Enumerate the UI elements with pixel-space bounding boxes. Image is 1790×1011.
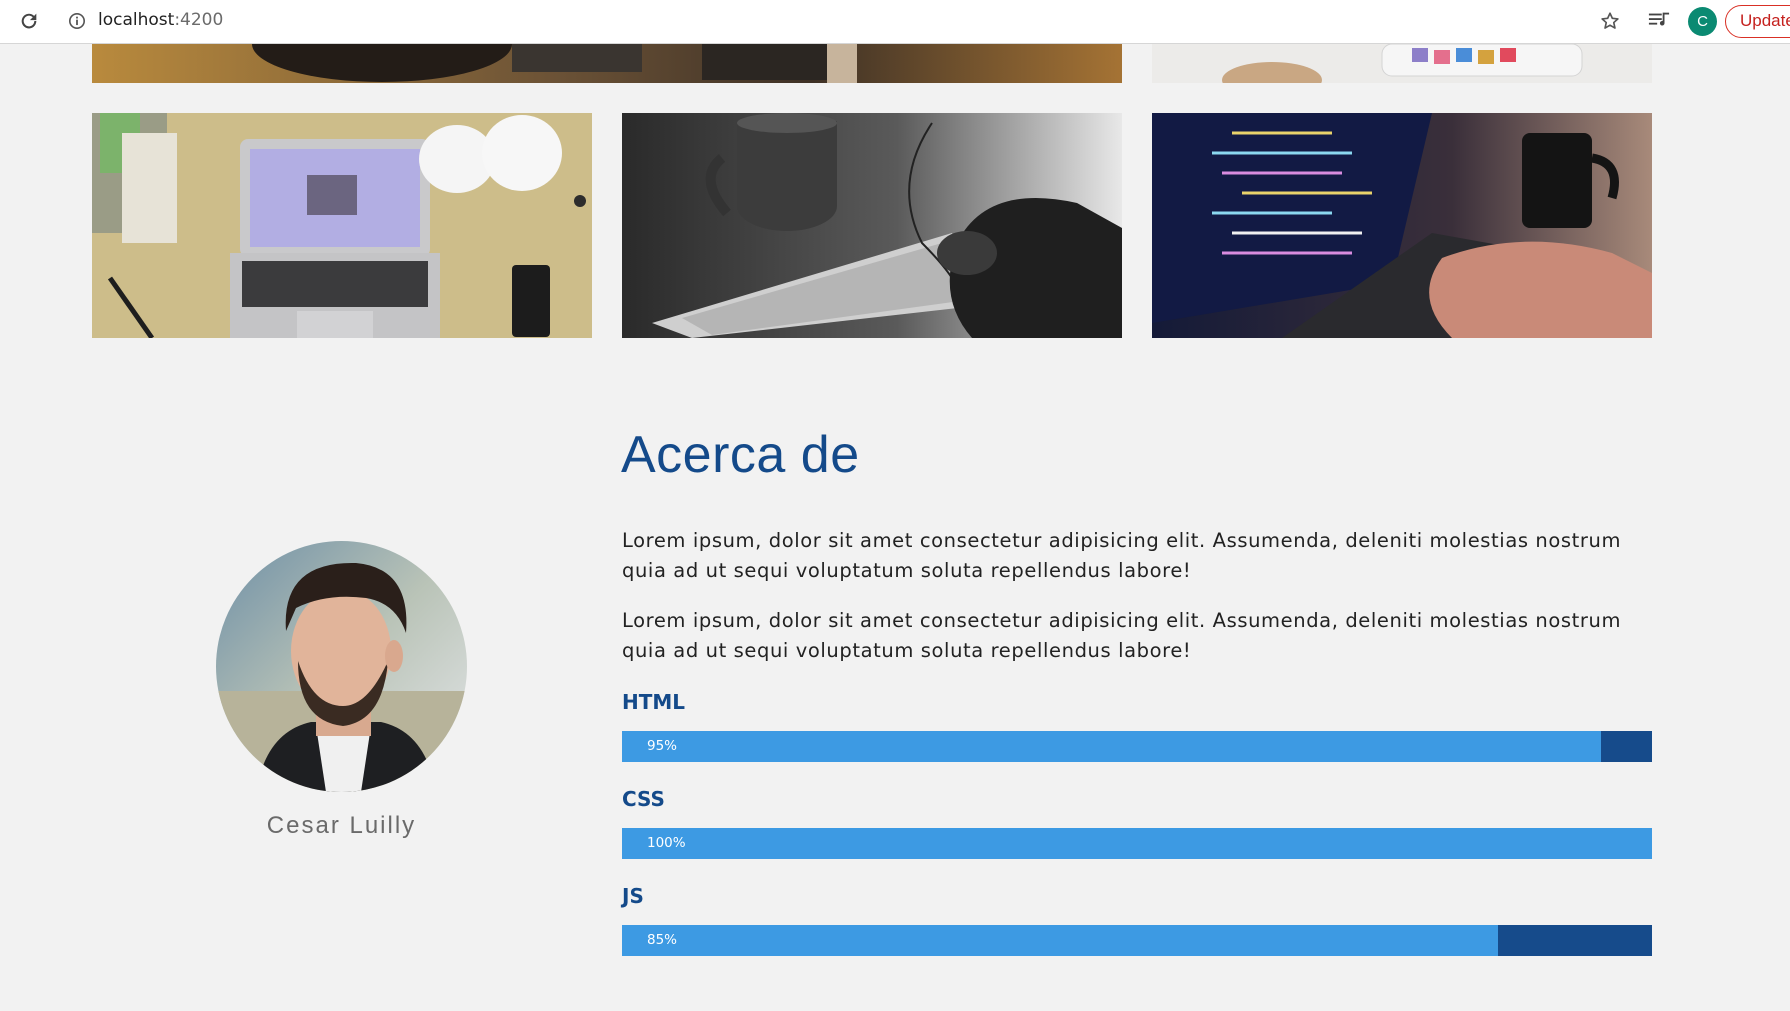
skill-bar-fill bbox=[622, 731, 1601, 762]
about-paragraph: Lorem ipsum, dolor sit amet consectetur … bbox=[622, 529, 1622, 582]
reload-icon[interactable] bbox=[18, 10, 40, 32]
gallery-image-keyboard-mouse bbox=[622, 113, 1122, 338]
about-paragraph: Lorem ipsum, dolor sit amet consectetur … bbox=[622, 609, 1622, 662]
skill-percent: 85% bbox=[647, 932, 678, 948]
skill-bar-fill bbox=[622, 925, 1498, 956]
profile-avatar[interactable]: C bbox=[1688, 7, 1717, 36]
skill-label-js: JS bbox=[622, 884, 644, 908]
gallery-image-phone bbox=[1152, 44, 1652, 83]
skill-percent: 95% bbox=[647, 738, 678, 754]
site-info-icon[interactable] bbox=[68, 12, 86, 30]
skill-label-css: CSS bbox=[622, 787, 665, 811]
update-button[interactable]: Update bbox=[1725, 5, 1790, 38]
skill-bar-css: 100% bbox=[622, 828, 1652, 859]
about-heading: Acerca de bbox=[621, 426, 860, 484]
skill-percent: 100% bbox=[647, 835, 686, 851]
gallery-image-laptop-desk bbox=[92, 113, 592, 338]
skill-bar-html: 95% bbox=[622, 731, 1652, 762]
browser-toolbar: localhost:4200 C Update bbox=[0, 0, 1790, 44]
address-bar[interactable]: localhost:4200 bbox=[98, 10, 223, 30]
profile-photo bbox=[216, 541, 467, 792]
skill-bar-js: 85% bbox=[622, 925, 1652, 956]
url-host: localhost bbox=[98, 10, 175, 30]
profile-name: Cesar Luilly bbox=[266, 812, 417, 839]
gallery-image-camera bbox=[92, 44, 1122, 83]
bookmark-star-icon[interactable] bbox=[1599, 10, 1623, 34]
gallery-image-coding-laptop bbox=[1152, 113, 1652, 338]
reading-list-icon[interactable] bbox=[1647, 9, 1673, 33]
skill-bar-fill bbox=[622, 828, 1652, 859]
url-port: :4200 bbox=[174, 10, 224, 30]
skill-label-html: HTML bbox=[622, 690, 686, 714]
